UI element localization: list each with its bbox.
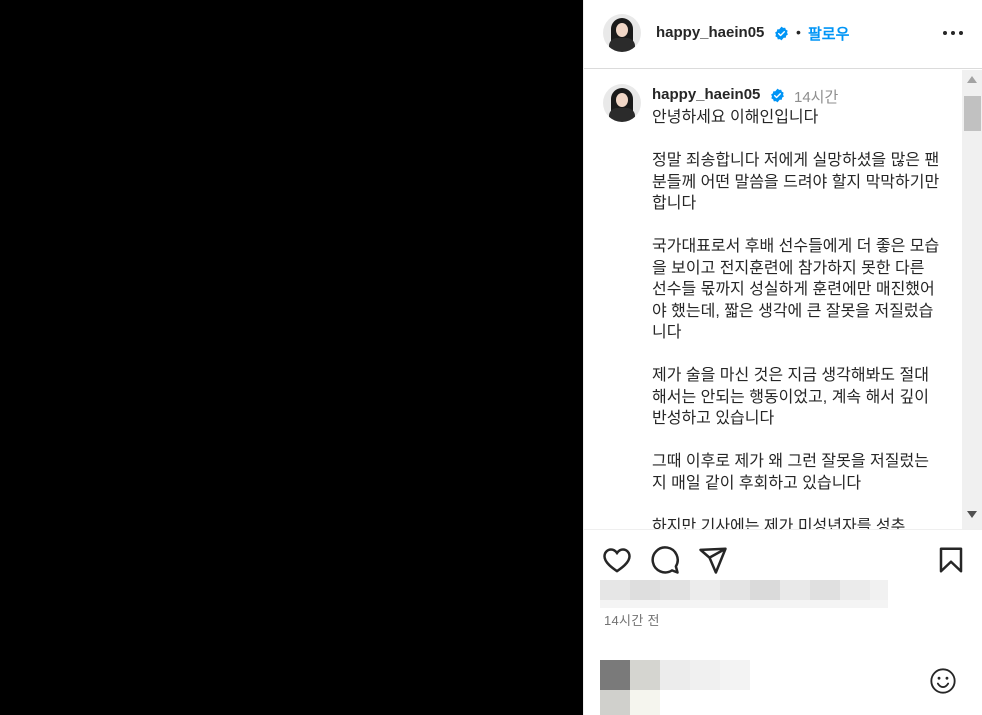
- more-horizontal-icon[interactable]: [941, 22, 965, 44]
- comments-section[interactable]: happy_haein05 14시간 안녕하세요 이해인입니다 정말 죄송합니다…: [584, 70, 982, 530]
- bookmark-icon[interactable]: [936, 545, 966, 575]
- scrollbar[interactable]: [962, 70, 982, 529]
- verified-icon: [770, 88, 784, 102]
- verified-icon: [774, 26, 788, 40]
- separator-dot: •: [796, 24, 801, 40]
- emoji-icon[interactable]: [929, 667, 957, 695]
- author-avatar[interactable]: [603, 14, 641, 52]
- scroll-up-arrow-icon[interactable]: [967, 76, 977, 83]
- post-caption: 안녕하세요 이해인입니다 정말 죄송합니다 저에게 실망하셨을 많은 팬분들께 …: [652, 109, 940, 530]
- comment-icon[interactable]: [650, 545, 680, 575]
- post-media[interactable]: [0, 0, 583, 715]
- caption-author-avatar[interactable]: [603, 84, 641, 122]
- caption-author-username[interactable]: happy_haein05: [652, 86, 785, 103]
- post-timestamp[interactable]: 14시간 전: [604, 610, 660, 629]
- heart-icon[interactable]: [602, 545, 632, 575]
- post-panel: happy_haein05 • 팔로우 happy_haein05 14시간 안…: [583, 0, 982, 715]
- paper-plane-icon[interactable]: [698, 545, 728, 575]
- author-username[interactable]: happy_haein05: [656, 24, 789, 41]
- scroll-down-arrow-icon[interactable]: [967, 511, 977, 518]
- post-header: happy_haein05 • 팔로우: [584, 0, 982, 69]
- scrollbar-thumb[interactable]: [964, 96, 981, 131]
- follow-button[interactable]: 팔로우: [808, 23, 849, 44]
- caption-timestamp[interactable]: 14시간: [794, 86, 838, 107]
- action-bar: [584, 540, 982, 580]
